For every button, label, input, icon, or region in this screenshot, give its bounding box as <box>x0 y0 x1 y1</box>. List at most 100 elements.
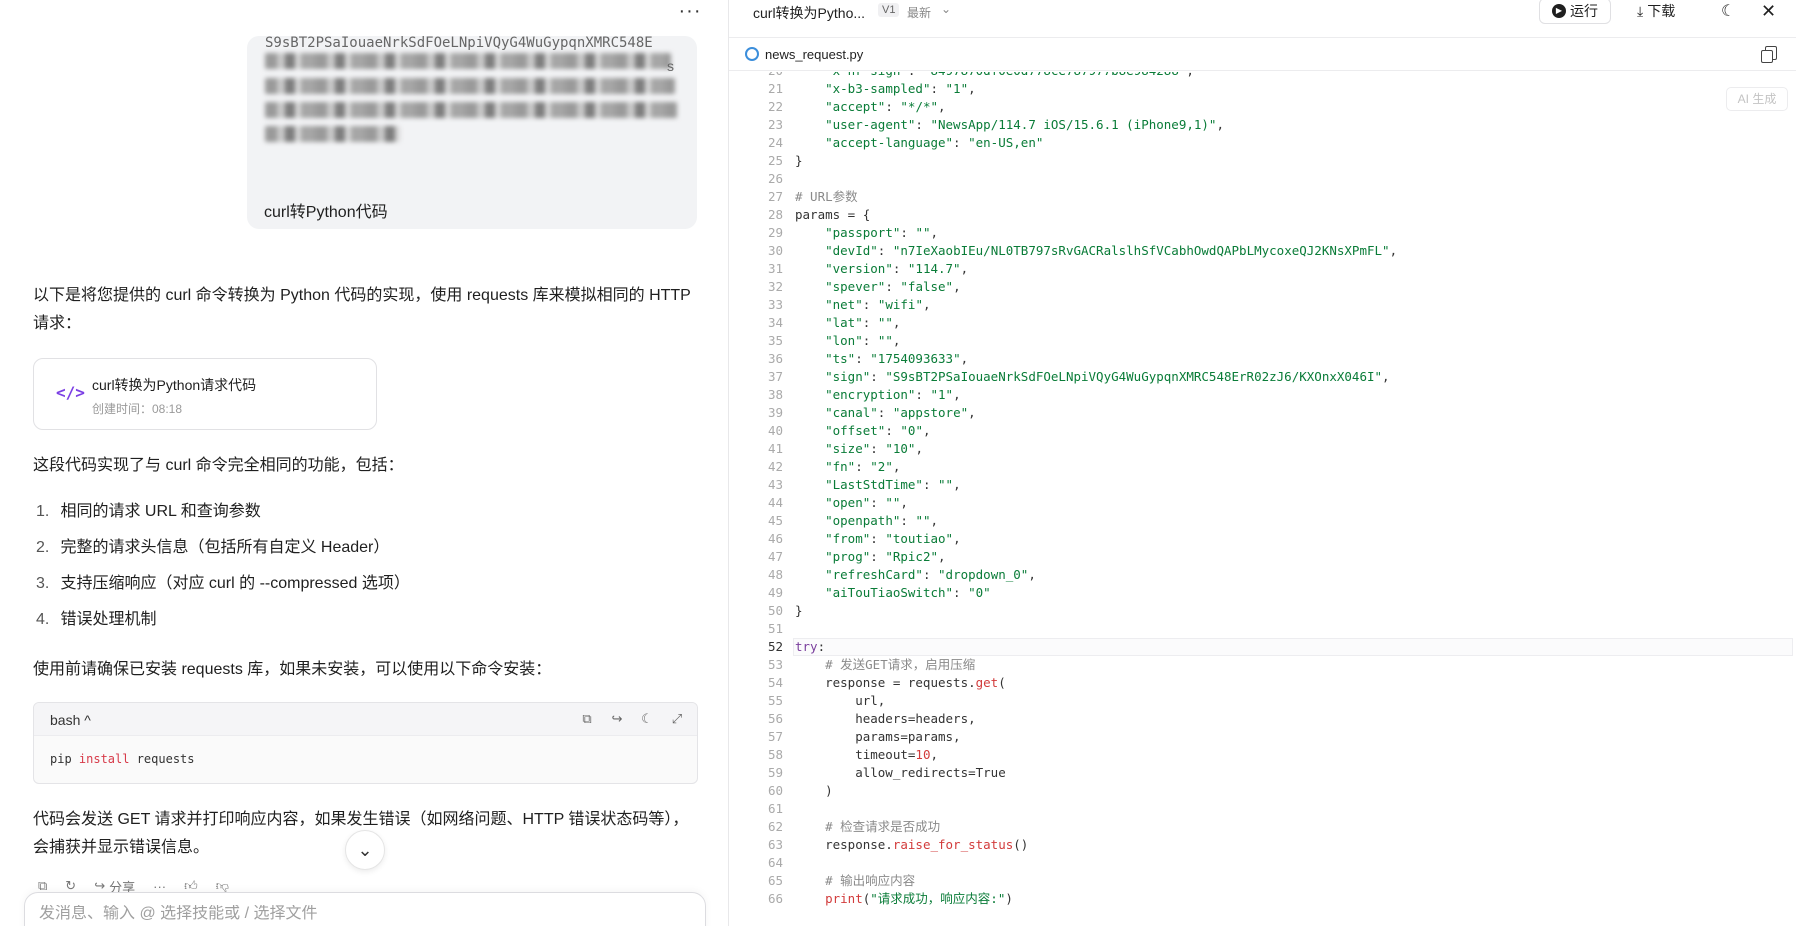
line-number: 33 <box>767 297 783 312</box>
more-options-button[interactable]: ··· <box>676 1 704 24</box>
line-number: 64 <box>767 855 783 870</box>
line-number: 45 <box>767 513 783 528</box>
code-panel: curl转换为Pytho... V1 最新 ⌄ ▶ 运行 ⤓ 下载 ☾ ✕ ne… <box>729 0 1796 926</box>
code-line: 44 "open": "", <box>729 494 1796 512</box>
code-line: 54 response = requests.get( <box>729 674 1796 692</box>
line-source: "user-agent": "NewsApp/114.7 iOS/15.6.1 … <box>825 117 1224 132</box>
list-item: 1. 相同的请求 URL 和查询参数 <box>36 498 636 534</box>
install-intro: 使用前请确保已安装 requests 库，如果未安装，可以使用以下命令安装： <box>33 661 552 678</box>
download-button[interactable]: ⤓ 下载 <box>1637 0 1675 22</box>
line-number: 58 <box>767 747 783 762</box>
code-line: 56 headers=headers, <box>729 710 1796 728</box>
line-source: "offset": "0", <box>825 423 931 438</box>
file-tab-bar: news_request.py <box>729 39 1796 71</box>
line-source: "openpath": "", <box>825 513 939 528</box>
line-source: try: <box>795 639 826 654</box>
version-latest[interactable]: 最新 <box>907 4 931 21</box>
line-number: 66 <box>767 891 783 906</box>
line-number: 25 <box>767 153 783 168</box>
run-label: 运行 <box>1570 3 1598 19</box>
copy-code-icon[interactable] <box>1761 46 1777 63</box>
code-line: 22 "accept": "*/*", <box>729 98 1796 116</box>
code-line: 47 "prog": "Rpic2", <box>729 548 1796 566</box>
line-source: } <box>795 153 803 168</box>
code-line: 58 timeout=10, <box>729 746 1796 764</box>
expand-icon[interactable]: ⤢ <box>669 711 685 727</box>
code-line: 34 "lat": "", <box>729 314 1796 332</box>
line-source: "sign": "S9sBT2PSaIouaeNrkSdFOeLNpiVQyG4… <box>825 369 1390 384</box>
share-icon[interactable]: ↪ <box>609 711 625 727</box>
line-source: "canal": "appstore", <box>825 405 976 420</box>
line-number: 59 <box>767 765 783 780</box>
redacted-text <box>265 53 671 69</box>
copy-icon[interactable]: ⧉ <box>579 711 595 727</box>
line-number: 47 <box>767 549 783 564</box>
code-line: 27 # URL参数 <box>729 188 1796 206</box>
code-line: 21 "x-b3-sampled": "1", <box>729 80 1796 98</box>
artifact-card[interactable]: </> curl转换为Python请求代码 创建时间：08:18 <box>33 358 377 430</box>
chevron-down-icon[interactable]: ⌄ <box>941 2 951 16</box>
message-input[interactable] <box>39 905 639 923</box>
download-label: 下载 <box>1647 3 1676 19</box>
line-number: 54 <box>767 675 783 690</box>
line-source: "version": "114.7", <box>825 261 969 276</box>
code-line: 20 "x-hr-sign": "8497870df0e0d778ce78797… <box>729 72 1796 80</box>
list-text: 相同的请求 URL 和查询参数 <box>60 503 261 520</box>
line-source: "size": "10", <box>825 441 923 456</box>
line-number: 27 <box>767 189 783 204</box>
code-line: 42 "fn": "2", <box>729 458 1796 476</box>
code-line: 32 "spever": "false", <box>729 278 1796 296</box>
artifact-time: 创建时间：08:18 <box>92 402 183 416</box>
line-number: 57 <box>767 729 783 744</box>
line-source: "accept": "*/*", <box>825 99 946 114</box>
line-number: 62 <box>767 819 783 834</box>
line-number: 38 <box>767 387 783 402</box>
line-source: "prog": "Rpic2", <box>825 549 946 564</box>
line-number: 52 <box>767 639 783 654</box>
code-line: 49 "aiTouTiaoSwitch": "0" <box>729 584 1796 602</box>
line-source: "refreshCard": "dropdown_0", <box>825 567 1036 582</box>
user-message-bubble: S9sBT2PSaIouaeNrkSdFOeLNpiVQyG4WuGypqnXM… <box>247 36 697 229</box>
line-number: 30 <box>767 243 783 258</box>
line-source: "spever": "false", <box>825 279 961 294</box>
line-number: 56 <box>767 711 783 726</box>
line-number: 22 <box>767 99 783 114</box>
code-editor[interactable]: 20 "x-hr-sign": "8497870df0e0d778ce78797… <box>729 72 1796 926</box>
close-icon[interactable]: ✕ <box>1761 0 1776 22</box>
code-line: 31 "version": "114.7", <box>729 260 1796 278</box>
line-source: params = { <box>795 207 871 222</box>
ai-generate-button[interactable]: AI 生成 <box>1726 87 1788 111</box>
theme-icon[interactable]: ☾ <box>639 711 655 727</box>
line-source: "net": "wifi", <box>825 297 931 312</box>
line-source: "encryption": "1", <box>825 387 961 402</box>
file-name[interactable]: news_request.py <box>765 47 863 62</box>
code-line: 48 "refreshCard": "dropdown_0", <box>729 566 1796 584</box>
list-number: 1. <box>36 503 50 520</box>
scroll-down-button[interactable]: ⌄ <box>345 830 385 870</box>
list-text: 完整的请求头信息（包括所有自定义 Header） <box>60 539 390 556</box>
code-line: 35 "lon": "", <box>729 332 1796 350</box>
line-number: 23 <box>767 117 783 132</box>
code-line: 25} <box>729 152 1796 170</box>
line-number: 34 <box>767 315 783 330</box>
line-source: print("请求成功，响应内容:") <box>825 891 1013 906</box>
code-line: 43 "LastStdTime": "", <box>729 476 1796 494</box>
code-line: 41 "size": "10", <box>729 440 1796 458</box>
line-number: 20 <box>753 72 783 80</box>
code-block-toolbar: ⧉ ↪ ☾ ⤢ <box>579 711 685 727</box>
version-badge[interactable]: V1 <box>878 3 900 17</box>
line-source: "ts": "1754093633", <box>825 351 969 366</box>
line-source: response.raise_for_status() <box>795 837 1029 852</box>
line-number: 50 <box>767 603 783 618</box>
code-language-toggle[interactable]: bash ^ <box>50 712 91 728</box>
feature-list: 1. 相同的请求 URL 和查询参数 2. 完整的请求头信息（包括所有自定义 H… <box>36 498 636 642</box>
line-number: 39 <box>767 405 783 420</box>
line-number: 40 <box>767 423 783 438</box>
run-button[interactable]: ▶ 运行 <box>1539 0 1611 24</box>
list-number: 2. <box>36 539 50 556</box>
redacted-text <box>265 126 400 142</box>
moon-icon[interactable]: ☾ <box>1721 0 1735 22</box>
line-source: # 输出响应内容 <box>825 873 916 888</box>
code-line: 51 <box>729 620 1796 638</box>
code-line: 33 "net": "wifi", <box>729 296 1796 314</box>
